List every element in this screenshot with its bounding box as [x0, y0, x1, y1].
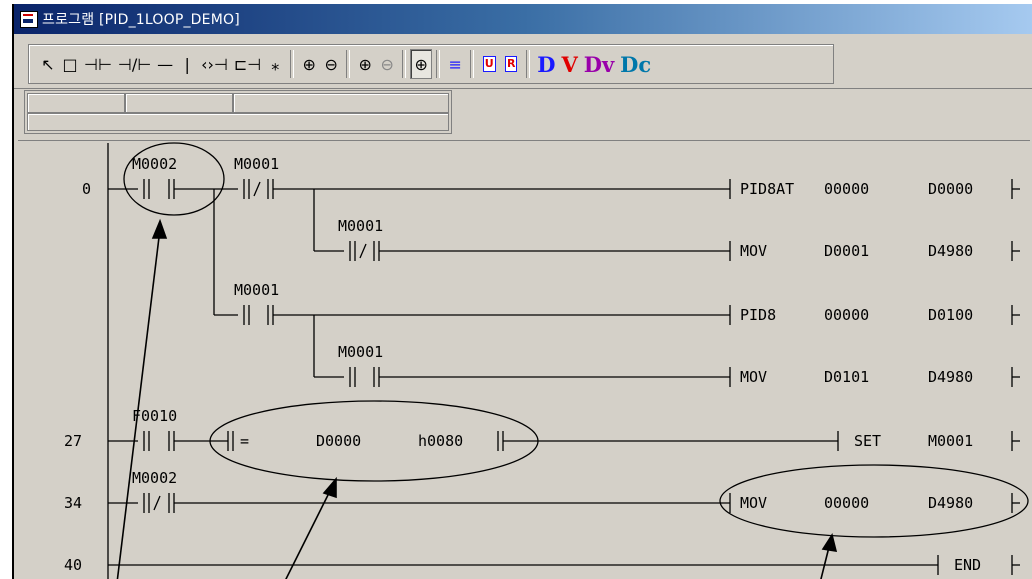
vertical-line-icon[interactable]: | [176, 49, 198, 79]
instruction-operand: D0100 [928, 306, 973, 324]
align-lines-icon[interactable]: ≡ [444, 49, 466, 79]
contact-label: M0001 [338, 217, 383, 235]
line-number: 34 [64, 494, 82, 512]
instruction-operand: D0001 [824, 242, 869, 260]
zoom-out-small-icon[interactable]: ⊖ [376, 49, 398, 79]
box-icon[interactable]: □ [59, 49, 81, 79]
coil-icon[interactable]: ‹›⊣ [198, 49, 231, 79]
window-title: 프로그램 [PID_1LOOP_DEMO] [42, 12, 240, 28]
instruction-operand: M0001 [928, 432, 973, 450]
contact-label: M0001 [234, 155, 279, 173]
instruction-op: MOV [740, 494, 767, 512]
zoom-out-icon[interactable]: ⊖ [320, 49, 342, 79]
instruction-operand: 00000 [824, 306, 869, 324]
line-number: 40 [64, 556, 82, 574]
instruction-operand: D4980 [928, 242, 973, 260]
instruction-operand: D4980 [928, 368, 973, 386]
dv-button[interactable]: Dv [581, 49, 617, 79]
program-app-icon [20, 10, 38, 28]
instruction-op: END [954, 556, 981, 574]
r-monitor-button[interactable]: R [500, 49, 522, 79]
toolbar-separator [526, 50, 531, 78]
zoom-fit-icon[interactable]: ⊕ [410, 49, 433, 79]
instruction-operand: D0000 [928, 180, 973, 198]
ladder-toolbar: ↖ □ ⊣⊢ ⊣/⊢ — | ‹›⊣ ⊏⊣ ⁎ ⊕ ⊖ ⊕ ⊖ ⊕ ≡ U R … [28, 44, 834, 84]
line-number: 0 [82, 180, 91, 198]
contact-label: F0010 [132, 407, 177, 425]
contact-label: M0001 [338, 343, 383, 361]
toolbar-separator [346, 50, 351, 78]
r-icon: R [504, 56, 518, 72]
instruction-op: MOV [740, 242, 767, 260]
info-cell [125, 93, 233, 113]
toolbar-separator [470, 50, 475, 78]
function-box-icon[interactable]: ⊏⊣ [231, 49, 264, 79]
select-pointer-icon[interactable]: ↖ [37, 49, 59, 79]
toolbar-separator [402, 50, 407, 78]
instruction-operand: D4980 [928, 494, 973, 512]
compare-operand-a: D0000 [316, 432, 361, 450]
d-button[interactable]: D [534, 49, 558, 79]
toolbar-separator [436, 50, 441, 78]
arrowhead [821, 533, 838, 552]
dc-button[interactable]: Dc [617, 49, 654, 79]
toolbar-separator [290, 50, 295, 78]
u-monitor-button[interactable]: U [478, 49, 500, 79]
special-icon[interactable]: ⁎ [264, 49, 286, 79]
arrowhead [322, 476, 337, 499]
ladder-diagram: 0 27 34 40 M0002 M0001 M0001 M0001 M0001… [64, 142, 1029, 579]
v-button[interactable]: V [558, 49, 580, 79]
program-window: 프로그램 [PID_1LOOP_DEMO] ↖ □ ⊣⊢ ⊣/⊢ — | ‹›⊣… [12, 4, 1032, 579]
compare-operand-b: h0080 [418, 432, 463, 450]
instruction-op: SET [854, 432, 881, 450]
info-cell [27, 93, 125, 113]
contact-label: M0002 [132, 155, 177, 173]
instruction-operand: D0101 [824, 368, 869, 386]
contact-no-icon[interactable]: ⊣⊢ [81, 49, 115, 79]
info-cell-wide [27, 113, 449, 131]
info-panel [24, 90, 452, 134]
instruction-operand: 00000 [824, 494, 869, 512]
annotation-ellipse [209, 400, 539, 482]
arrowhead [151, 218, 168, 239]
ladder-canvas[interactable]: 0 27 34 40 M0002 M0001 M0001 M0001 M0001… [18, 140, 1030, 579]
contact-nc-icon[interactable]: ⊣/⊢ [115, 49, 154, 79]
instruction-op: PID8 [740, 306, 776, 324]
info-cell [233, 93, 449, 113]
toolbar-area: ↖ □ ⊣⊢ ⊣/⊢ — | ‹›⊣ ⊏⊣ ⁎ ⊕ ⊖ ⊕ ⊖ ⊕ ≡ U R … [14, 36, 1032, 89]
contact-label: M0001 [234, 281, 279, 299]
instruction-operand: 00000 [824, 180, 869, 198]
title-bar[interactable]: 프로그램 [PID_1LOOP_DEMO] [14, 4, 1032, 34]
annotation-arrow [116, 228, 161, 579]
instruction-op: MOV [740, 368, 767, 386]
zoom-in-small-icon[interactable]: ⊕ [354, 49, 376, 79]
compare-operator: = [240, 432, 249, 450]
u-icon: U [482, 56, 496, 72]
contact-label: M0002 [132, 469, 177, 487]
line-number: 27 [64, 432, 82, 450]
instruction-op: PID8AT [740, 180, 794, 198]
zoom-in-icon[interactable]: ⊕ [298, 49, 320, 79]
horizontal-line-icon[interactable]: — [154, 49, 176, 79]
